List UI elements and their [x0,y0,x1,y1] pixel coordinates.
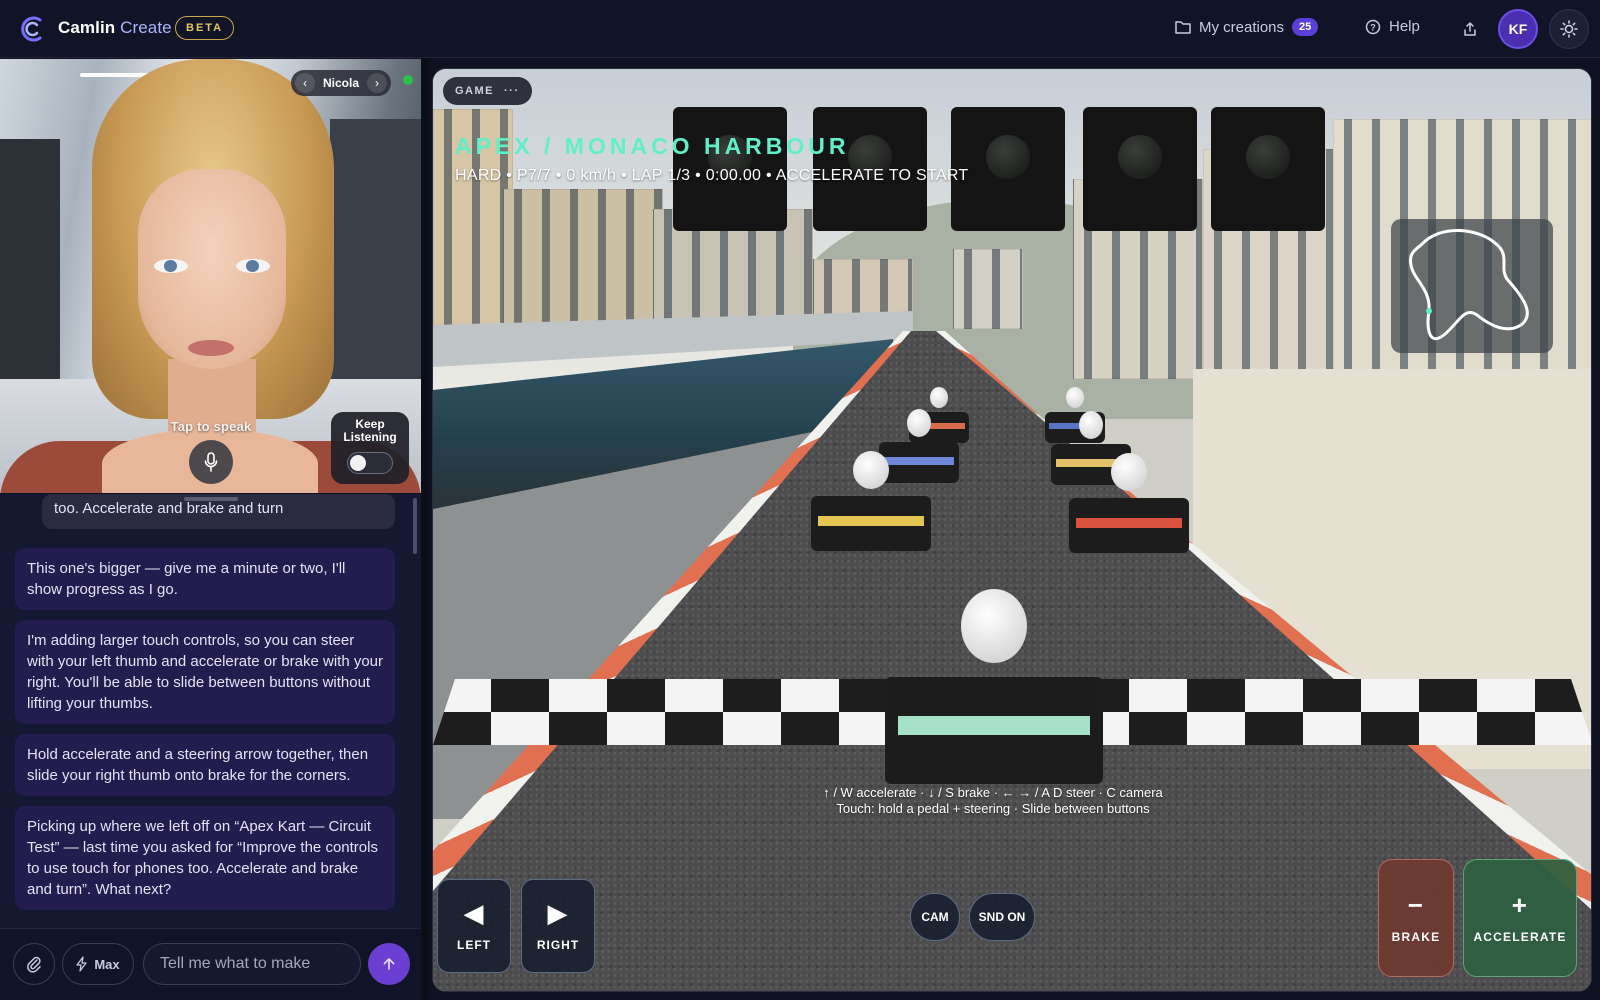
game-title: APEX / MONACO HARBOUR [455,133,850,159]
accelerate-label: ACCELERATE [1473,930,1567,944]
help-circle-icon: ? [1365,19,1381,34]
game-viewport[interactable]: GAME ··· APEX / MONACO HARBOUR HARD • P7… [432,68,1592,992]
lightning-icon [76,956,87,972]
building [953,249,1023,329]
brand-accent: Create [120,18,172,37]
more-options-icon[interactable]: ··· [504,85,520,97]
keep-listening-panel: Keep Listening [331,412,409,484]
triangle-left-icon: ◀ [463,898,485,928]
keep-listening-label: Keep Listening [343,417,397,444]
folder-icon [1175,21,1191,34]
model-label: Max [94,956,120,972]
sun-icon [1560,20,1578,38]
camlin-logo-icon[interactable] [20,15,46,43]
column-divider[interactable] [421,59,428,1000]
chat-message-assistant: I'm adding larger touch controls, so you… [15,620,395,724]
attach-button[interactable] [13,943,55,985]
share-icon [1464,22,1476,36]
game-tab-chip[interactable]: GAME ··· [443,77,532,105]
paperclip-icon [27,956,41,973]
triangle-right-icon: ▶ [547,898,569,928]
game-status-line: HARD • P7/7 • 0 km/h • LAP 1/3 • 0:00.00… [455,167,969,184]
chat-scrollbar[interactable] [413,498,417,554]
player-kart [885,589,1103,784]
theme-toggle-button[interactable] [1549,9,1589,49]
brake-label: BRAKE [1391,930,1441,944]
controls-hint: ↑ / W accelerate · ↓ / S brake · ← → / A… [733,785,1253,817]
plus-icon: + [1511,890,1529,920]
steer-left-label: LEFT [457,938,491,952]
chat-message-assistant: Hold accelerate and a steering arrow tog… [15,734,395,796]
brand-main: Camlin [58,18,116,37]
steer-right-label: RIGHT [536,938,580,952]
composer: Max [0,928,421,1000]
chat-panel: too. Accelerate and brake and turn This … [0,494,421,928]
background-doorway [330,119,421,419]
microphone-icon [204,452,218,472]
start-light [1083,107,1197,231]
arrow-up-icon [383,958,395,970]
top-bar: Camlin Create BETA My creations 25 ? Hel… [0,0,1600,58]
my-creations-link[interactable]: My creations 25 [1175,18,1319,36]
user-avatar[interactable]: KF [1498,9,1538,49]
tap-to-speak-label: Tap to speak [170,419,252,434]
brake-button[interactable]: − BRAKE [1378,859,1454,977]
brand-name[interactable]: Camlin Create [58,18,172,38]
persona-name: Nicola [323,76,360,90]
help-link[interactable]: ? Help [1365,18,1420,35]
panel-resize-handle[interactable] [184,497,238,501]
share-button[interactable] [1452,11,1488,47]
steer-left-button[interactable]: ◀ LEFT [437,879,511,973]
prev-persona-button[interactable]: ‹ [295,73,315,93]
start-light [1211,107,1325,231]
microphone-button[interactable] [189,440,233,484]
persona-switcher: ‹ Nicola › [291,70,392,96]
avatar-lips [188,340,234,356]
chat-message-assistant: Picking up where we left off on “Apex Ka… [15,806,395,910]
toggle-knob [350,455,366,471]
keep-listening-toggle[interactable] [347,452,393,474]
keyboard-hint: ↑ / W accelerate · ↓ / S brake · ← → / A… [823,785,1163,800]
live-status-indicator [403,75,413,85]
avatar-eye-right [236,259,270,273]
avatar-eye-left [154,259,188,273]
send-button[interactable] [368,943,410,985]
minus-icon: − [1407,890,1425,920]
my-creations-label: My creations [1199,18,1285,36]
prompt-input[interactable] [143,943,361,985]
opponent-kart [1069,453,1189,553]
camera-button[interactable]: CAM [910,893,960,941]
svg-text:?: ? [1370,22,1376,32]
background-wall [0,139,60,389]
accelerate-button[interactable]: + ACCELERATE [1463,859,1577,977]
track-minimap [1391,219,1553,353]
opponent-kart [811,451,931,551]
beta-badge: BETA [175,16,235,40]
creations-count-badge: 25 [1292,18,1319,36]
chat-message-assistant: This one's bigger — give me a minute or … [15,548,395,610]
building [813,259,913,319]
model-selector-button[interactable]: Max [62,943,134,985]
touch-hint: Touch: hold a pedal + steering · Slide b… [836,801,1150,816]
sound-toggle-button[interactable]: SND ON [969,893,1035,941]
help-label: Help [1389,18,1420,35]
steer-right-button[interactable]: ▶ RIGHT [521,879,595,973]
next-persona-button[interactable]: › [367,73,388,93]
minimap-track-icon [1409,229,1529,341]
game-chip-label: GAME [455,85,494,97]
